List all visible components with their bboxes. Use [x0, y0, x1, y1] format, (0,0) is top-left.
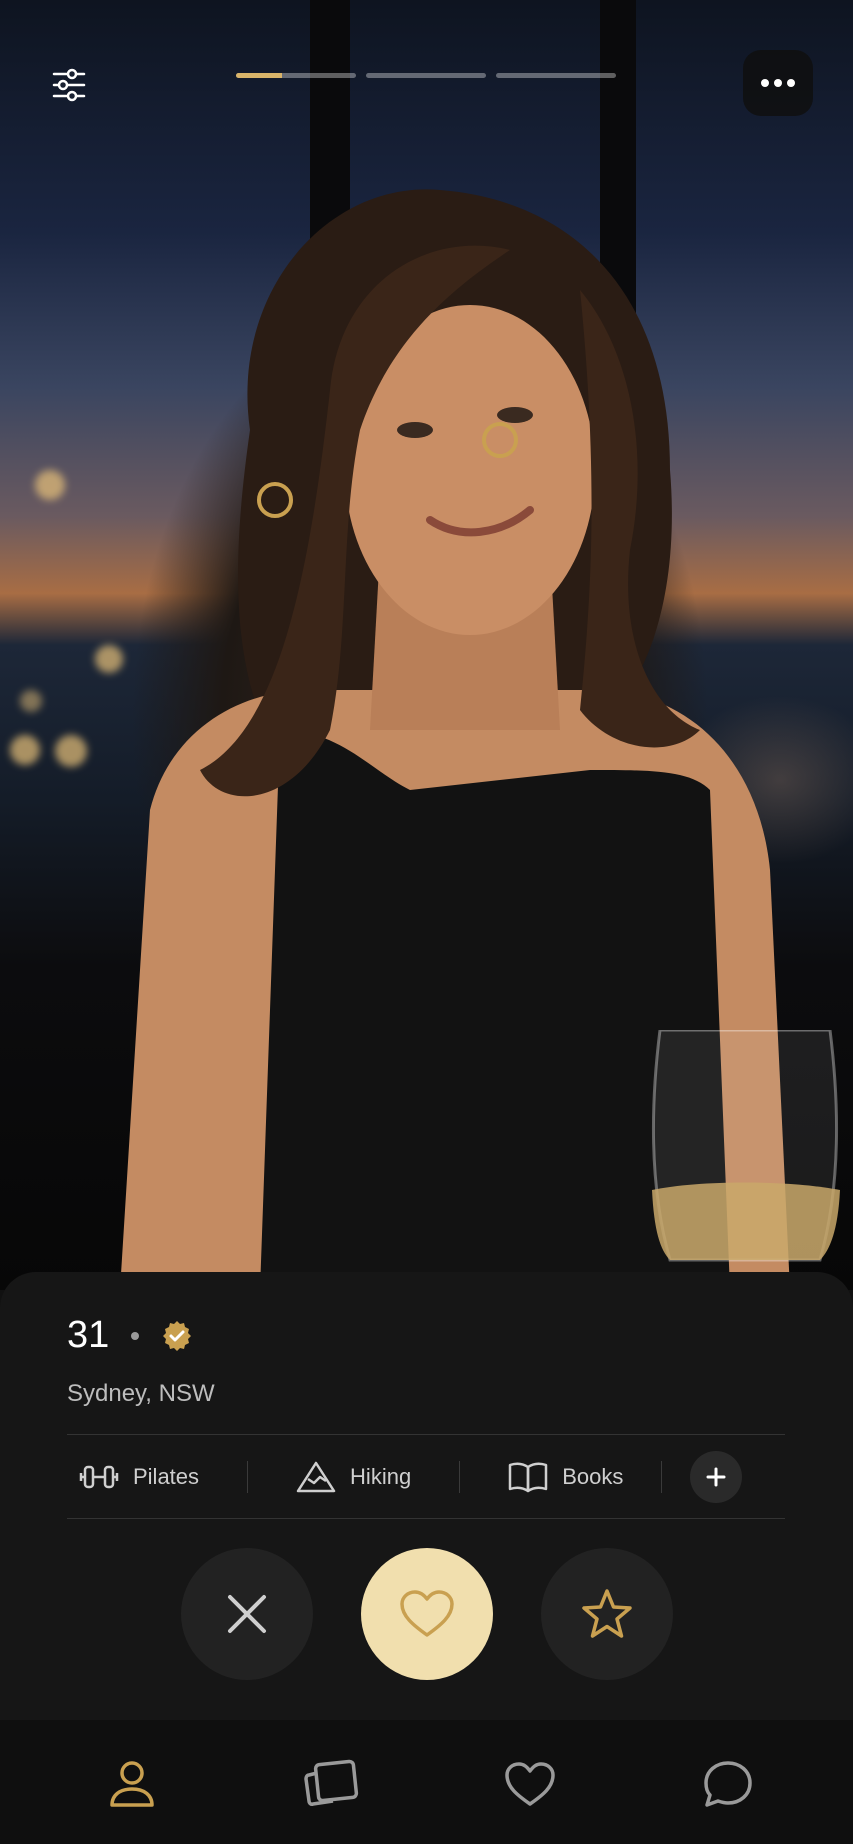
profile-photo[interactable] — [0, 0, 853, 1290]
location-label: Sydney, NSW — [67, 1380, 215, 1407]
cards-icon — [304, 1759, 359, 1806]
age-row: 31 — [67, 1314, 193, 1357]
filter-button[interactable] — [34, 52, 104, 118]
person-icon — [110, 1761, 154, 1807]
divider — [67, 1518, 785, 1519]
close-icon — [227, 1595, 266, 1633]
age-label: 31 — [67, 1314, 110, 1356]
plus-icon — [706, 1467, 726, 1487]
interest-label: Books — [562, 1464, 624, 1489]
divider — [247, 1461, 249, 1493]
nav-likes[interactable] — [500, 1756, 560, 1812]
interest-chip-pilates[interactable]: Pilates — [79, 1459, 199, 1495]
sliders-icon — [52, 68, 86, 102]
progress-segment — [236, 73, 356, 78]
super-like-button[interactable] — [540, 1548, 673, 1680]
nav-profile[interactable] — [102, 1756, 162, 1812]
city-light — [10, 735, 40, 765]
interest-label: Pilates — [133, 1464, 200, 1489]
divider — [661, 1461, 663, 1493]
interest-chip-books[interactable]: Books — [508, 1459, 623, 1495]
wine-glass — [651, 1030, 840, 1262]
add-interest-button[interactable] — [690, 1451, 743, 1503]
city-light — [20, 690, 42, 712]
progress-segment — [496, 73, 616, 78]
interest-label: Hiking — [350, 1464, 412, 1489]
nav-messages[interactable] — [698, 1756, 758, 1812]
interest-chip-hiking[interactable]: Hiking — [296, 1459, 411, 1495]
swipe-actions — [0, 1548, 853, 1680]
progress-segment — [366, 73, 486, 78]
profile-info-card: 31 Sydney, NSW Pilates Hiking Books — [0, 1272, 853, 1720]
star-icon — [581, 1589, 632, 1638]
verified-badge-icon — [163, 1320, 192, 1351]
heart-icon — [505, 1762, 555, 1806]
bottom-navigation — [0, 1720, 853, 1844]
nav-cards[interactable] — [302, 1756, 362, 1812]
book-icon — [508, 1462, 548, 1493]
heart-icon — [399, 1590, 454, 1637]
chat-bubble-icon — [704, 1761, 752, 1807]
mountain-icon — [296, 1461, 336, 1493]
separator-dot — [131, 1331, 140, 1340]
more-options-button[interactable] — [743, 50, 813, 116]
city-light — [35, 470, 65, 500]
divider — [459, 1461, 461, 1493]
interests-row: Pilates Hiking Books — [67, 1435, 785, 1519]
like-button[interactable] — [360, 1548, 493, 1680]
dislike-button[interactable] — [180, 1548, 313, 1680]
photo-progress-indicator — [236, 73, 616, 78]
more-dots-icon — [761, 79, 795, 87]
dumbbell-icon — [79, 1465, 119, 1489]
city-light — [55, 735, 87, 767]
